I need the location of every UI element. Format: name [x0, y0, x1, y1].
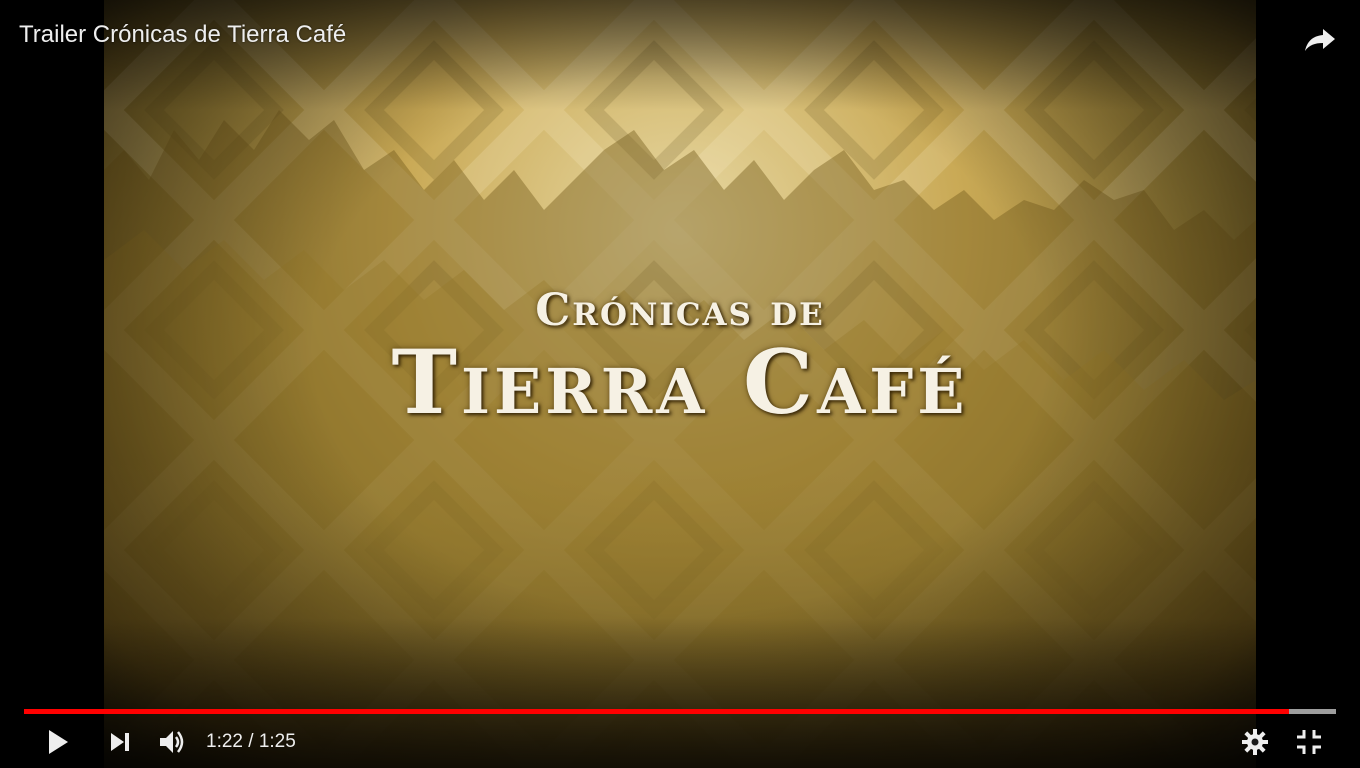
time-separator: / — [242, 731, 259, 752]
share-icon — [1305, 29, 1335, 51]
exit-fullscreen-icon — [1297, 730, 1321, 754]
duration: 1:25 — [258, 731, 296, 752]
exit-fullscreen-button[interactable] — [1285, 718, 1333, 766]
title-art-line1: Crónicas de — [535, 285, 825, 336]
video-player[interactable]: Crónicas de Tierra Café Trailer Crónicas… — [0, 0, 1360, 768]
progress-bar[interactable] — [24, 709, 1336, 714]
settings-button[interactable] — [1231, 718, 1279, 766]
progress-played — [24, 709, 1289, 714]
controls-bar: 1:22 / 1:25 — [0, 718, 1360, 766]
play-button[interactable] — [34, 718, 82, 766]
gear-icon — [1242, 729, 1268, 755]
next-icon — [111, 733, 129, 751]
time-display: 1:22 / 1:25 — [206, 718, 296, 766]
share-button[interactable] — [1302, 20, 1338, 56]
next-button[interactable] — [96, 718, 144, 766]
video-frame[interactable]: Crónicas de Tierra Café — [104, 0, 1256, 768]
current-time: 1:22 — [206, 731, 243, 752]
volume-icon — [160, 731, 184, 753]
play-icon — [49, 730, 68, 754]
video-title[interactable]: Trailer Crónicas de Tierra Café — [19, 21, 346, 49]
volume-button[interactable] — [148, 718, 196, 766]
title-art-line2: Tierra Café — [391, 330, 969, 434]
